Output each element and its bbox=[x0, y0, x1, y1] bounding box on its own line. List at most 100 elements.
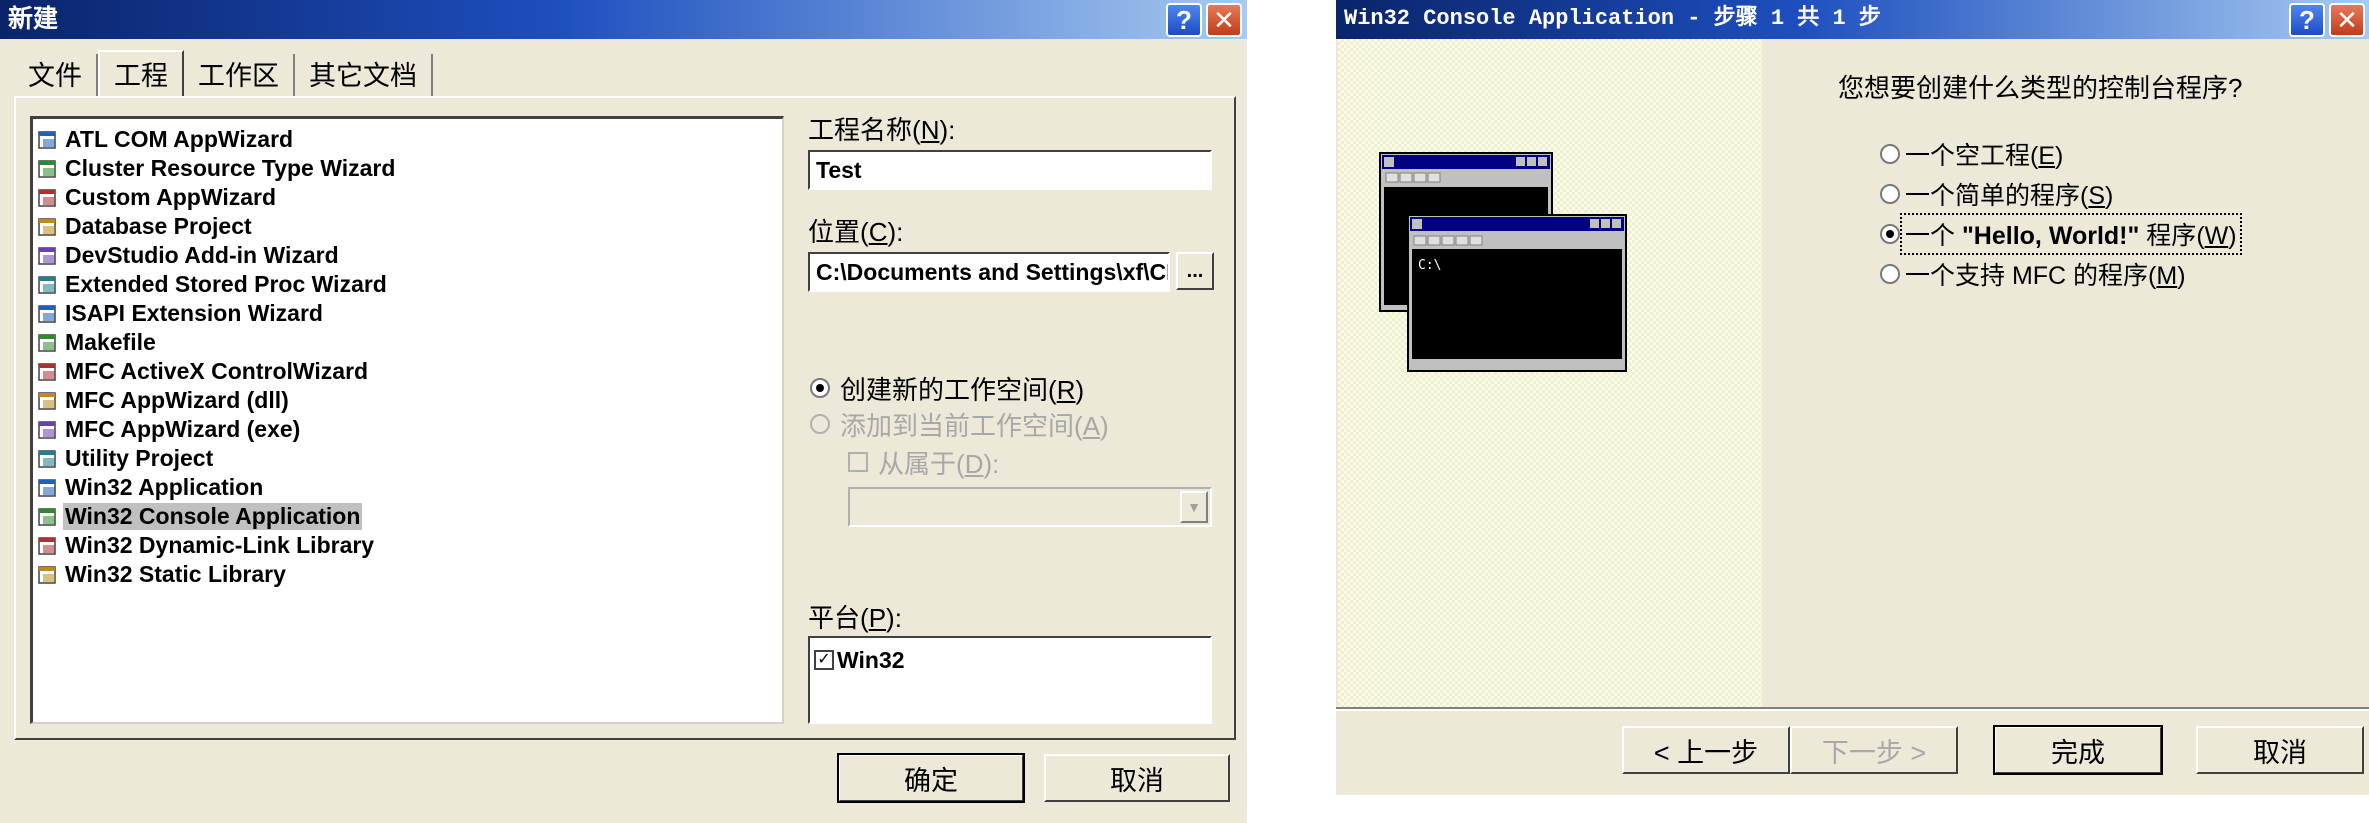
project-template-icon bbox=[38, 507, 56, 526]
project-template-icon bbox=[38, 275, 56, 294]
tab-item[interactable]: 工程 bbox=[98, 50, 184, 96]
project-template-icon bbox=[38, 420, 56, 439]
project-type-item[interactable]: Database Project bbox=[37, 212, 254, 241]
wizard-separator bbox=[1336, 707, 2369, 711]
project-type-item[interactable]: Custom AppWizard bbox=[37, 183, 278, 212]
project-type-item[interactable]: ATL COM AppWizard bbox=[37, 125, 295, 154]
project-name-input[interactable]: Test bbox=[808, 150, 1212, 190]
platform-checkbox[interactable]: ✓ bbox=[814, 650, 834, 670]
option-simple-program[interactable]: 一个简单的程序(S) bbox=[1902, 175, 2116, 213]
project-type-item[interactable]: Win32 Static Library bbox=[37, 560, 288, 589]
browse-button[interactable]: ... bbox=[1176, 252, 1214, 290]
new-dialog-title: 新建 bbox=[8, 5, 59, 33]
project-type-label: MFC AppWizard (exe) bbox=[65, 416, 301, 442]
radio-hello-world[interactable] bbox=[1880, 224, 1900, 244]
project-name-label: 工程名称(N): bbox=[808, 115, 956, 145]
project-template-icon bbox=[38, 391, 56, 410]
chevron-down-icon[interactable]: ▼ bbox=[1180, 491, 1208, 523]
console-prompt-text: C:\ bbox=[1418, 258, 1441, 273]
next-button[interactable]: 下一步 > bbox=[1790, 726, 1958, 774]
project-type-item[interactable]: Win32 Console Application bbox=[37, 502, 363, 531]
close-icon[interactable]: ✕ bbox=[2329, 3, 2365, 37]
console-windows-illustration: C:\ bbox=[1379, 152, 1627, 372]
project-type-item[interactable]: Utility Project bbox=[37, 444, 215, 473]
wizard-title: Win32 Console Application - 步骤 1 共 1 步 bbox=[1344, 6, 1881, 31]
project-type-item[interactable]: MFC ActiveX ControlWizard bbox=[37, 357, 370, 386]
dependency-label: 从属于(D): bbox=[878, 449, 1000, 479]
platform-label: 平台(P): bbox=[808, 603, 902, 633]
cancel-button[interactable]: 取消 bbox=[1044, 754, 1230, 802]
dependency-combo[interactable]: ▼ bbox=[848, 487, 1212, 527]
cancel-button[interactable]: 取消 bbox=[2196, 726, 2364, 774]
project-type-item[interactable]: Extended Stored Proc Wizard bbox=[37, 270, 389, 299]
wizard-illustration-panel: C:\ bbox=[1338, 39, 1762, 708]
project-template-icon bbox=[38, 217, 56, 236]
dependency-checkbox[interactable] bbox=[848, 452, 868, 472]
new-dialog-titlebar[interactable]: 新建 ? ✕ bbox=[0, 0, 1247, 39]
project-type-item[interactable]: MFC AppWizard (exe) bbox=[37, 415, 302, 444]
project-type-item[interactable]: Cluster Resource Type Wizard bbox=[37, 154, 397, 183]
radio-empty-project[interactable] bbox=[1880, 144, 1900, 164]
platform-item[interactable]: ✓ Win32 bbox=[814, 644, 905, 676]
project-type-item[interactable]: Win32 Dynamic-Link Library bbox=[37, 531, 376, 560]
tab-item[interactable]: 文件 bbox=[14, 54, 98, 98]
project-template-icon bbox=[38, 362, 56, 381]
project-type-item[interactable]: MFC AppWizard (dll) bbox=[37, 386, 291, 415]
tab-item[interactable]: 其它文档 bbox=[295, 54, 433, 98]
radio-create-workspace[interactable] bbox=[810, 378, 830, 398]
project-template-icon bbox=[38, 449, 56, 468]
location-input[interactable]: C:\Documents and Settings\xf\CF bbox=[808, 252, 1170, 292]
platform-item-label: Win32 bbox=[837, 647, 905, 673]
project-template-icon bbox=[38, 536, 56, 555]
project-template-icon bbox=[38, 304, 56, 323]
project-template-icon bbox=[38, 478, 56, 497]
new-project-dialog: 新建 ? ✕ 文件 工程 工作区 其它文档 ATL COM AppWizard Clus… bbox=[0, 0, 1247, 823]
project-type-label: MFC AppWizard (dll) bbox=[65, 387, 289, 413]
tab-item[interactable]: 工作区 bbox=[184, 54, 295, 98]
project-type-item[interactable]: DevStudio Add-in Wizard bbox=[37, 241, 341, 270]
project-template-icon bbox=[38, 188, 56, 207]
project-type-label: ISAPI Extension Wizard bbox=[65, 300, 323, 326]
project-type-label: Utility Project bbox=[65, 445, 214, 471]
create-workspace-label: 创建新的工作空间(R) bbox=[840, 375, 1085, 405]
option-mfc-program[interactable]: 一个支持 MFC 的程序(M) bbox=[1902, 255, 2189, 293]
project-type-item[interactable]: ISAPI Extension Wizard bbox=[37, 299, 325, 328]
project-type-label: MFC ActiveX ControlWizard bbox=[65, 358, 369, 384]
project-type-label: DevStudio Add-in Wizard bbox=[65, 242, 339, 268]
close-icon[interactable]: ✕ bbox=[1206, 3, 1242, 37]
project-type-label: Extended Stored Proc Wizard bbox=[65, 271, 387, 297]
project-template-icon bbox=[38, 159, 56, 178]
project-type-item[interactable]: Makefile bbox=[37, 328, 158, 357]
finish-button[interactable]: 完成 bbox=[1993, 725, 2163, 775]
project-template-icon bbox=[38, 333, 56, 352]
project-template-icon bbox=[38, 246, 56, 265]
option-hello-world[interactable]: 一个 "Hello, World!" 程序(W) bbox=[1900, 213, 2242, 255]
radio-add-to-workspace[interactable] bbox=[810, 414, 830, 434]
project-type-item[interactable]: Win32 Application bbox=[37, 473, 265, 502]
platform-list[interactable]: ✓ Win32 bbox=[808, 636, 1212, 724]
project-type-label: Win32 Static Library bbox=[65, 561, 286, 587]
location-label: 位置(C): bbox=[808, 217, 904, 247]
project-type-list[interactable]: ATL COM AppWizard Cluster Resource Type W… bbox=[30, 116, 784, 724]
project-type-label: Win32 Application bbox=[65, 474, 264, 500]
wizard-titlebar[interactable]: Win32 Console Application - 步骤 1 共 1 步 ?… bbox=[1336, 0, 2369, 39]
project-template-icon bbox=[38, 565, 56, 584]
back-button[interactable]: < 上一步 bbox=[1622, 726, 1790, 774]
radio-simple-program[interactable] bbox=[1880, 184, 1900, 204]
wizard-question: 您想要创建什么类型的控制台程序? bbox=[1838, 73, 2243, 103]
help-icon[interactable]: ? bbox=[2289, 3, 2325, 37]
project-template-icon bbox=[38, 130, 56, 149]
project-type-label: Win32 Dynamic-Link Library bbox=[65, 532, 375, 558]
help-icon[interactable]: ? bbox=[1166, 3, 1202, 37]
tab-strip: 文件 工程 工作区 其它文档 bbox=[14, 50, 433, 98]
option-empty-project[interactable]: 一个空工程(E) bbox=[1902, 135, 2066, 173]
project-type-label: Custom AppWizard bbox=[65, 184, 277, 210]
project-type-label: Win32 Console Application bbox=[63, 503, 363, 530]
radio-mfc-program[interactable] bbox=[1880, 264, 1900, 284]
add-to-workspace-label: 添加到当前工作空间(A) bbox=[840, 411, 1109, 441]
ok-button[interactable]: 确定 bbox=[837, 753, 1025, 803]
project-type-label: ATL COM AppWizard bbox=[65, 126, 294, 152]
project-type-label: Database Project bbox=[65, 213, 252, 239]
console-wizard-dialog: Win32 Console Application - 步骤 1 共 1 步 ?… bbox=[1336, 0, 2369, 795]
project-type-label: Cluster Resource Type Wizard bbox=[65, 155, 396, 181]
